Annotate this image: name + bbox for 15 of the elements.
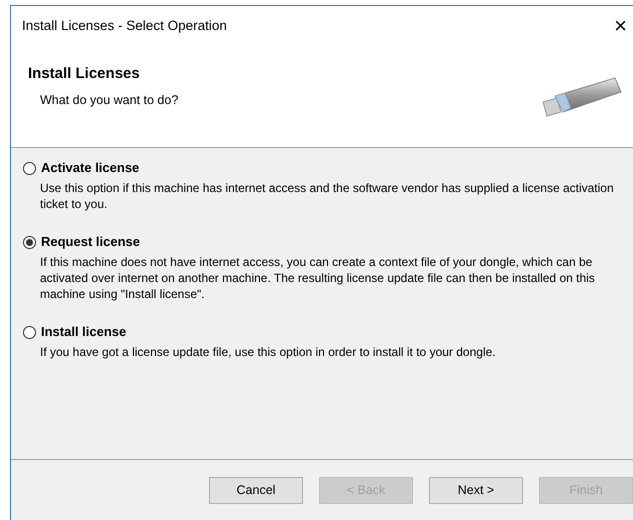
window-title: Install Licenses - Select Operation xyxy=(22,16,227,35)
dialog-button[interactable]: Next > xyxy=(429,476,523,504)
radio-button[interactable] xyxy=(23,162,36,174)
option-description: If you have got a license update file, use this option in order to install it to your dongle. xyxy=(39,344,497,360)
radio-button[interactable] xyxy=(23,236,36,248)
radio-option[interactable]: Activate license xyxy=(23,158,625,178)
option-description: If this machine does not have internet access, you can create a context file of your dongle, which can be activated over internet on another machine. The resulting license update file can then be installed on this machine using "Install license". xyxy=(39,254,596,302)
radio-option[interactable]: Request license xyxy=(23,232,625,252)
radio-button[interactable] xyxy=(23,326,36,338)
header-subtitle: What do you want to do? xyxy=(39,92,178,109)
close-button[interactable]: × xyxy=(612,15,629,37)
header-title: Install Licenses xyxy=(28,64,141,84)
option-description: Use this option if this machine has internet access and the software vendor has supplied a license activation ticket to you. xyxy=(39,180,615,212)
dialog-button[interactable]: Cancel xyxy=(209,476,303,504)
radio-option[interactable]: Install license xyxy=(23,322,625,342)
